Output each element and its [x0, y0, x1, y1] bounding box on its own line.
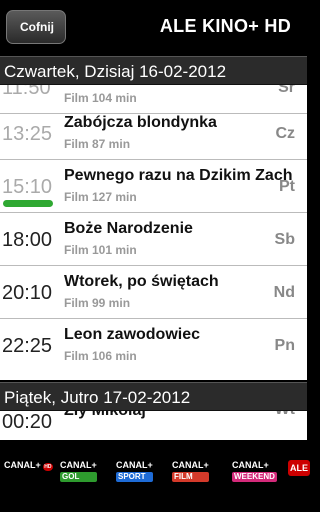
- program-meta: Film 127 min: [64, 190, 137, 204]
- channel-sub: HD: [43, 463, 53, 471]
- program-day: Nd: [273, 284, 295, 301]
- program-time: 15:10: [2, 176, 53, 198]
- program-title: Pewnego razu na Dzikim Zach: [64, 167, 293, 184]
- channel-name: CANAL+: [232, 460, 269, 470]
- program-time: 00:20: [2, 411, 53, 433]
- program-time: 13:25: [2, 123, 53, 145]
- program-meta: Film 104 min: [64, 91, 137, 105]
- channel-canal-hd[interactable]: CANAL+ HD: [4, 460, 53, 472]
- program-meta: Film 87 min: [64, 137, 131, 151]
- program-list-tomorrow[interactable]: 00:20 Zły Mikołaj Wt: [0, 411, 307, 440]
- program-row[interactable]: 18:00 Boże Narodzenie Film 101 min Sb: [0, 213, 307, 266]
- program-time: 22:25: [2, 335, 53, 357]
- date-header-today: Czwartek, Dzisiaj 16-02-2012: [0, 56, 307, 85]
- program-time: 18:00: [2, 229, 53, 251]
- program-day: Śr: [278, 85, 295, 96]
- program-day: Cz: [275, 125, 295, 142]
- progress-indicator: [3, 200, 53, 207]
- channel-ale[interactable]: ALE: [288, 460, 310, 476]
- channel-name: CANAL+: [172, 460, 209, 470]
- program-row-current[interactable]: 15:10 Pewnego razu na Dzikim Zach Film 1…: [0, 160, 307, 213]
- program-list-today[interactable]: 11:50 Film 104 min Śr 13:25 Zabójcza blo…: [0, 85, 307, 380]
- program-row[interactable]: 13:25 Zabójcza blondynka Film 87 min Cz: [0, 107, 307, 160]
- channel-sub: FILM: [172, 472, 209, 482]
- program-row[interactable]: 22:25 Leon zawodowiec Film 106 min Pn: [0, 319, 307, 372]
- program-time: 11:50: [2, 85, 51, 99]
- date-header-tomorrow: Piątek, Jutro 17-02-2012: [0, 382, 307, 411]
- program-time: 20:10: [2, 282, 53, 304]
- channel-canal-weekend[interactable]: CANAL+ WEEKEND: [232, 460, 277, 482]
- program-title: Leon zawodowiec: [64, 326, 201, 343]
- program-meta: Film 101 min: [64, 243, 137, 257]
- program-title: Boże Narodzenie: [64, 220, 193, 237]
- channel-title: ALE KINO+ HD: [159, 16, 291, 36]
- top-bar: Cofnij ALE KINO+ HD: [0, 0, 307, 56]
- back-button[interactable]: Cofnij: [6, 10, 66, 44]
- program-meta: Film 106 min: [64, 349, 137, 363]
- program-title: Wtorek, po świętach: [64, 273, 219, 290]
- program-day: Sb: [274, 231, 295, 248]
- channel-canal-gol[interactable]: CANAL+ GOL: [60, 460, 97, 482]
- channel-name: ALE: [290, 463, 308, 473]
- program-title: Zabójcza blondynka: [64, 114, 217, 131]
- channel-canal-sport[interactable]: CANAL+ SPORT: [116, 460, 153, 482]
- program-day: Wt: [275, 411, 295, 419]
- channel-sub: WEEKEND: [232, 472, 277, 482]
- channel-name: CANAL+: [60, 460, 97, 470]
- program-title: Zły Mikołaj: [64, 411, 146, 420]
- channel-canal-film[interactable]: CANAL+ FILM: [172, 460, 209, 482]
- program-meta: Film 99 min: [64, 296, 131, 310]
- program-day: Pn: [274, 337, 295, 354]
- channel-sub: SPORT: [116, 472, 153, 482]
- program-row[interactable]: 00:20 Zły Mikołaj Wt: [0, 411, 307, 440]
- program-day: Pt: [279, 178, 295, 195]
- channel-sub: GOL: [60, 472, 97, 482]
- program-row[interactable]: 20:10 Wtorek, po świętach Film 99 min Nd: [0, 266, 307, 319]
- channel-name: CANAL+: [4, 460, 41, 470]
- channel-bar: CANAL+ HD CANAL+ GOL CANAL+ SPORT CANAL+…: [0, 440, 310, 512]
- channel-name: CANAL+: [116, 460, 153, 470]
